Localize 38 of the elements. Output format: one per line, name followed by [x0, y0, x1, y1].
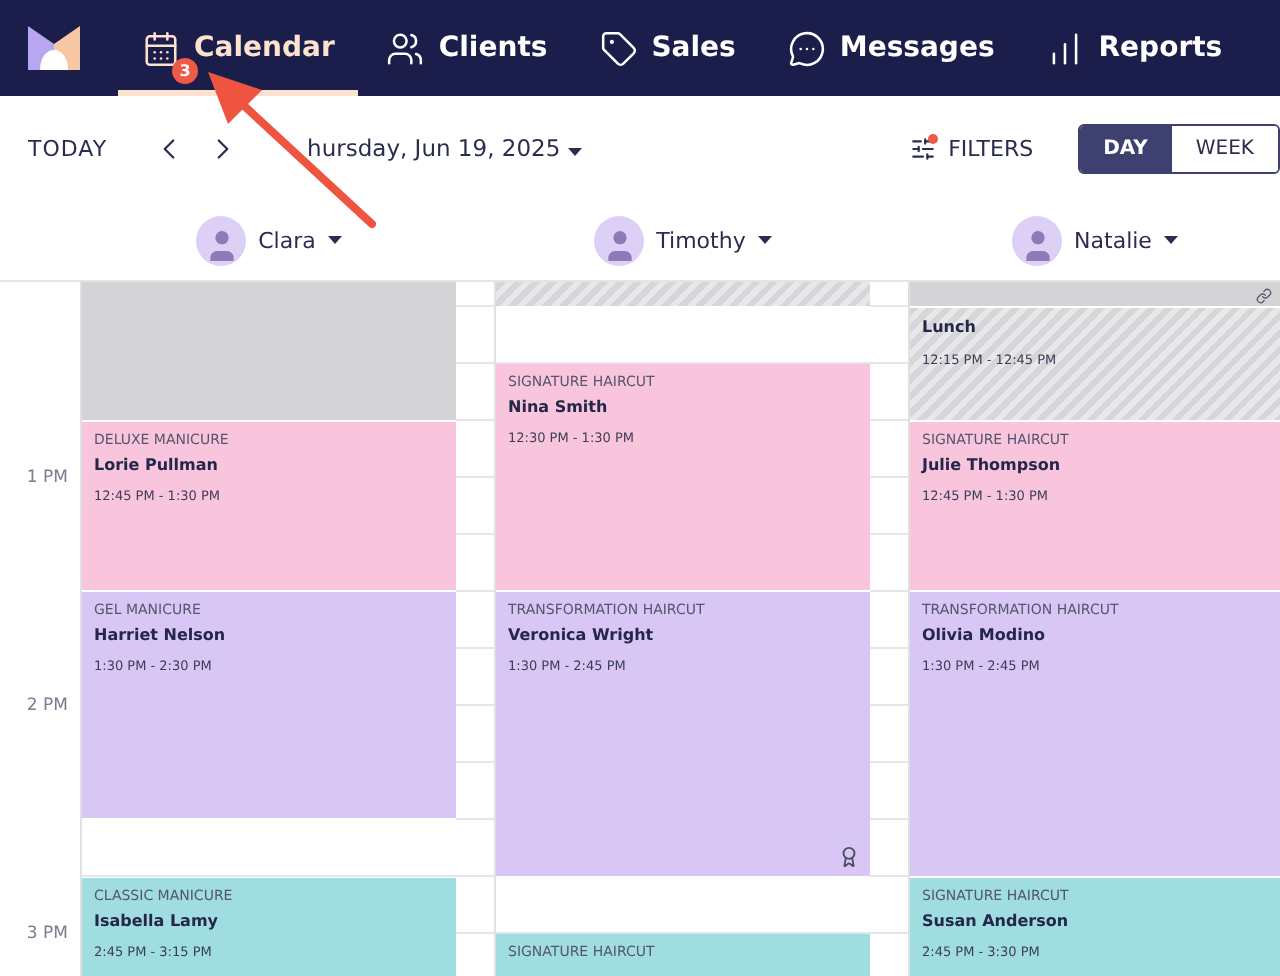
nav-tab[interactable]: Clients: [362, 0, 572, 96]
client-name: Isabella Lamy: [94, 911, 221, 929]
nav-tab[interactable]: Sales: [575, 0, 760, 96]
caret-icon: [567, 148, 582, 156]
avatar-icon: [594, 215, 645, 265]
client-name: Lorie Pullman: [94, 455, 220, 473]
logo-icon: [28, 26, 80, 70]
nav-tab[interactable]: Messages: [763, 0, 1019, 96]
today-button[interactable]: TODAY: [28, 135, 108, 161]
caret-icon: [327, 236, 342, 244]
client-name: Olivia Modino: [922, 626, 1048, 644]
notification-badge: 3: [172, 58, 198, 84]
view-toggle[interactable]: DAY: [1079, 125, 1172, 171]
client-name: Susan Anderson: [922, 911, 1071, 929]
time-label: 2 PM: [26, 696, 68, 716]
ribbon-icon: [838, 845, 860, 867]
staff-selector[interactable]: Timothy: [594, 200, 772, 280]
break-title: Lunch: [922, 317, 978, 335]
avatar-icon: [1012, 215, 1063, 265]
date-picker[interactable]: hursday, Jun 19, 2025: [307, 134, 582, 162]
staff-selector[interactable]: Clara: [196, 200, 342, 280]
filters-button[interactable]: FILTERS: [910, 135, 1034, 161]
staff-selector[interactable]: Natalie: [1012, 200, 1178, 280]
client-name: Nina Smith: [508, 398, 610, 416]
chat-bubble-icon: [787, 29, 826, 67]
caret-icon: [757, 236, 772, 244]
client-name: Julie Thompson: [922, 455, 1063, 473]
tag-icon: [599, 29, 638, 67]
nav-tab[interactable]: Reports: [1022, 0, 1247, 96]
client-name: Harriet Nelson: [94, 626, 228, 644]
people-icon: [386, 29, 425, 67]
calendar-icon: [142, 29, 180, 67]
caret-icon: [1163, 236, 1178, 244]
time-label: 1 PM: [26, 468, 68, 488]
avatar-icon: [196, 215, 247, 265]
client-name: Veronica Wright: [508, 626, 656, 644]
filter-sliders-icon: [910, 135, 937, 161]
time-label: 3 PM: [26, 924, 68, 944]
